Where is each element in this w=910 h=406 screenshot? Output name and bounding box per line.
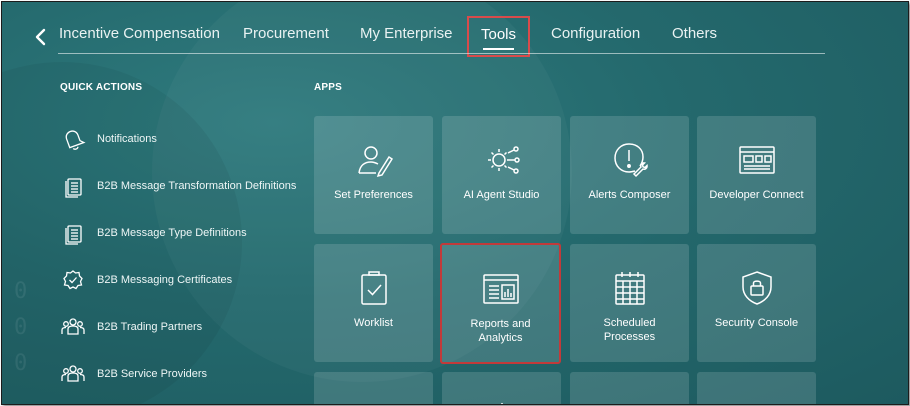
- tab-tools[interactable]: Tools: [467, 16, 531, 57]
- app-tile-label: Worklist: [354, 317, 393, 329]
- shield-lock-icon: [737, 268, 777, 308]
- selected-tab-underline: [483, 48, 515, 50]
- app-tile-partial[interactable]: [442, 372, 561, 404]
- quick-action-label: B2B Messaging Certificates: [97, 274, 233, 286]
- app-tile-partial[interactable]: [697, 372, 816, 404]
- tab-tools-label: Tools: [481, 26, 517, 43]
- quick-action-label: B2B Message Transformation Definitions: [97, 180, 297, 192]
- ai-gear-nodes-icon: [482, 140, 522, 180]
- alert-wrench-icon: [610, 140, 650, 180]
- quick-action-label: B2B Trading Partners: [97, 321, 203, 333]
- app-tile-security-console[interactable]: Security Console: [697, 244, 816, 362]
- app-tile-partial[interactable]: [570, 372, 689, 404]
- nav-divider: [58, 53, 825, 54]
- app-tile-label: AI Agent Studio: [463, 189, 540, 201]
- group-icon: [60, 314, 86, 340]
- back-chevron-icon[interactable]: [30, 26, 52, 48]
- app-tile-label: Alerts Composer: [588, 189, 671, 201]
- tab-incentive-compensation[interactable]: Incentive Compensation: [59, 24, 220, 48]
- tab-configuration[interactable]: Configuration: [551, 24, 640, 48]
- clipboard-check-icon: [354, 268, 394, 308]
- report-chart-icon: [481, 269, 521, 309]
- person-pencil-icon: [354, 140, 394, 180]
- top-navigation: Incentive Compensation Procurement My En…: [2, 2, 908, 57]
- quick-action-label: B2B Message Type Definitions: [97, 227, 247, 239]
- partial-tile-icon: [737, 398, 777, 404]
- apps-title: APPS: [314, 82, 343, 93]
- app-tile-label: Scheduled Processes: [603, 317, 656, 343]
- app-tile-label: Reports and Analytics: [470, 318, 531, 344]
- quick-action-b2b-message-transformation-definitions[interactable]: B2B Message Transformation Definitions: [60, 171, 310, 201]
- quick-actions-title: QUICK ACTIONS: [60, 82, 143, 93]
- documents-icon: [60, 173, 86, 199]
- tab-procurement[interactable]: Procurement: [243, 24, 329, 48]
- app-tile-worklist[interactable]: Worklist: [314, 244, 433, 362]
- app-frame: 000 Incentive Compensation Procurement M…: [1, 1, 909, 405]
- quick-action-notifications[interactable]: Notifications: [60, 124, 310, 154]
- app-tile-label: Security Console: [714, 317, 799, 329]
- quick-action-b2b-message-type-definitions[interactable]: B2B Message Type Definitions: [60, 218, 310, 248]
- app-tile-label: Set Preferences: [334, 189, 413, 201]
- app-tile-alerts-composer[interactable]: Alerts Composer: [570, 116, 689, 234]
- quick-action-b2b-messaging-certificates[interactable]: B2B Messaging Certificates: [60, 265, 310, 295]
- app-tile-ai-agent-studio[interactable]: AI Agent Studio: [442, 116, 561, 234]
- group-icon: [60, 361, 86, 387]
- partial-tile-icon: [482, 398, 522, 404]
- app-tile-scheduled-processes[interactable]: Scheduled Processes: [570, 244, 689, 362]
- app-tile-developer-connect[interactable]: Developer Connect: [697, 116, 816, 234]
- quick-action-label: Notifications: [97, 133, 157, 145]
- documents-icon: [60, 220, 86, 246]
- quick-action-b2b-trading-partners[interactable]: B2B Trading Partners: [60, 312, 310, 342]
- calendar-grid-icon: [610, 268, 650, 308]
- app-tile-reports-and-analytics[interactable]: Reports and Analytics: [440, 243, 561, 364]
- bell-icon: [60, 126, 86, 152]
- background-decoration: 000: [14, 279, 28, 376]
- app-tile-label: Developer Connect: [709, 189, 804, 201]
- app-tile-set-preferences[interactable]: Set Preferences: [314, 116, 433, 234]
- tab-my-enterprise[interactable]: My Enterprise: [360, 24, 453, 48]
- partial-tile-icon: [610, 398, 650, 404]
- certificate-badge-icon: [60, 267, 86, 293]
- quick-action-b2b-service-providers[interactable]: B2B Service Providers: [60, 359, 310, 389]
- dashboard-window-icon: [737, 140, 777, 180]
- tab-others[interactable]: Others: [672, 24, 717, 48]
- quick-action-label: B2B Service Providers: [97, 368, 208, 380]
- app-tile-partial[interactable]: [314, 372, 433, 404]
- partial-tile-icon: [354, 398, 394, 404]
